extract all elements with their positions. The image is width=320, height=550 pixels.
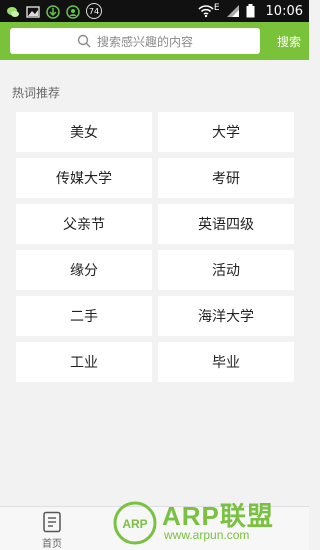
- search-input[interactable]: 搜索感兴趣的内容: [10, 28, 260, 54]
- search-icon: [77, 34, 91, 48]
- nav-home-label: 首页: [42, 539, 62, 550]
- hot-tag[interactable]: 传媒大学: [16, 158, 152, 198]
- wifi-icon: [198, 4, 214, 18]
- battery-icon: [246, 4, 260, 18]
- image-icon: [26, 4, 40, 18]
- badge-count: 74: [88, 6, 100, 16]
- clock: 10:06: [265, 3, 303, 19]
- hot-tag[interactable]: 英语四级: [158, 204, 294, 244]
- status-bar: 74 E 10:06: [0, 0, 309, 22]
- hot-tag[interactable]: 毕业: [158, 342, 294, 382]
- signal-icon: [226, 4, 240, 18]
- hot-tags-grid: 美女 大学 传媒大学 考研 父亲节 英语四级 缘分 活动 二手 海洋大学 工业 …: [16, 112, 294, 382]
- download-icon: [46, 4, 60, 19]
- hot-tag[interactable]: 大学: [158, 112, 294, 152]
- hot-tag[interactable]: 美女: [16, 112, 152, 152]
- notification-icons: 74: [6, 3, 102, 19]
- hot-tag[interactable]: 考研: [158, 158, 294, 198]
- user-icon: [66, 4, 80, 19]
- search-button[interactable]: 搜索: [277, 28, 301, 54]
- hot-tag[interactable]: 父亲节: [16, 204, 152, 244]
- hot-tag[interactable]: 缘分: [16, 250, 152, 290]
- bottom-nav: 首页: [0, 506, 309, 550]
- nav-home[interactable]: 首页: [34, 511, 70, 550]
- section-title: 热词推荐: [12, 86, 61, 100]
- search-header: 搜索感兴趣的内容 搜索: [0, 22, 309, 60]
- network-type: E: [213, 3, 220, 13]
- search-placeholder: 搜索感兴趣的内容: [96, 34, 193, 49]
- wechat-icon: [6, 4, 20, 18]
- hot-tag[interactable]: 工业: [16, 342, 152, 382]
- badge-icon: 74: [86, 3, 102, 19]
- system-status: E 10:06: [198, 3, 303, 19]
- hot-tag[interactable]: 海洋大学: [158, 296, 294, 336]
- hot-tag[interactable]: 二手: [16, 296, 152, 336]
- hot-tag[interactable]: 活动: [158, 250, 294, 290]
- document-icon: [41, 511, 63, 533]
